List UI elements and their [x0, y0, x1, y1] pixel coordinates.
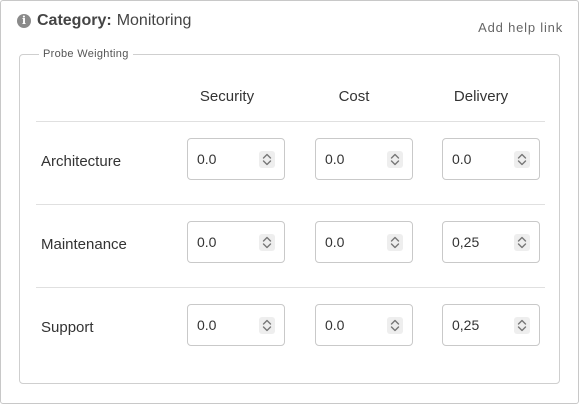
architecture-delivery-stepper[interactable]: 0.0: [442, 138, 540, 180]
column-header-security: Security: [199, 88, 255, 105]
row-label-maintenance: Maintenance: [41, 236, 127, 253]
add-help-link[interactable]: Add help link: [478, 20, 563, 35]
row-divider: [36, 287, 545, 288]
support-cost-stepper[interactable]: 0.0: [315, 304, 413, 346]
stepper-value: 0.0: [197, 317, 217, 333]
maintenance-security-stepper[interactable]: 0.0: [187, 221, 285, 263]
row-label-architecture: Architecture: [41, 153, 122, 170]
probe-weighting-legend: Probe Weighting: [43, 48, 129, 60]
up-down-chevron-icon[interactable]: [387, 151, 403, 168]
stepper-value: 0.0: [197, 234, 217, 250]
stepper-value: 0.0: [325, 151, 345, 167]
category-header: i Category: Monitoring: [17, 12, 191, 30]
row-label-support: Support: [41, 319, 94, 336]
architecture-cost-stepper[interactable]: 0.0: [315, 138, 413, 180]
up-down-chevron-icon[interactable]: [514, 317, 530, 334]
support-delivery-stepper[interactable]: 0,25: [442, 304, 540, 346]
category-card: i Category: Monitoring Add help link Pro…: [0, 0, 579, 404]
stepper-value: 0,25: [452, 317, 480, 333]
row-divider: [36, 204, 545, 205]
maintenance-cost-stepper[interactable]: 0.0: [315, 221, 413, 263]
stepper-value: 0.0: [197, 151, 217, 167]
category-label: Category:: [37, 12, 112, 29]
up-down-chevron-icon[interactable]: [514, 151, 530, 168]
maintenance-delivery-stepper[interactable]: 0,25: [442, 221, 540, 263]
row-divider: [36, 121, 545, 122]
architecture-security-stepper[interactable]: 0.0: [187, 138, 285, 180]
column-header-cost: Cost: [338, 88, 370, 105]
up-down-chevron-icon[interactable]: [387, 234, 403, 251]
info-icon: i: [17, 14, 31, 28]
category-value: Monitoring: [116, 12, 192, 29]
up-down-chevron-icon[interactable]: [259, 151, 275, 168]
stepper-value: 0.0: [452, 151, 472, 167]
stepper-value: 0,25: [452, 234, 480, 250]
up-down-chevron-icon[interactable]: [259, 317, 275, 334]
stepper-value: 0.0: [325, 317, 345, 333]
up-down-chevron-icon[interactable]: [259, 234, 275, 251]
stepper-value: 0.0: [325, 234, 345, 250]
up-down-chevron-icon[interactable]: [514, 234, 530, 251]
support-security-stepper[interactable]: 0.0: [187, 304, 285, 346]
column-header-delivery: Delivery: [453, 88, 509, 105]
up-down-chevron-icon[interactable]: [387, 317, 403, 334]
